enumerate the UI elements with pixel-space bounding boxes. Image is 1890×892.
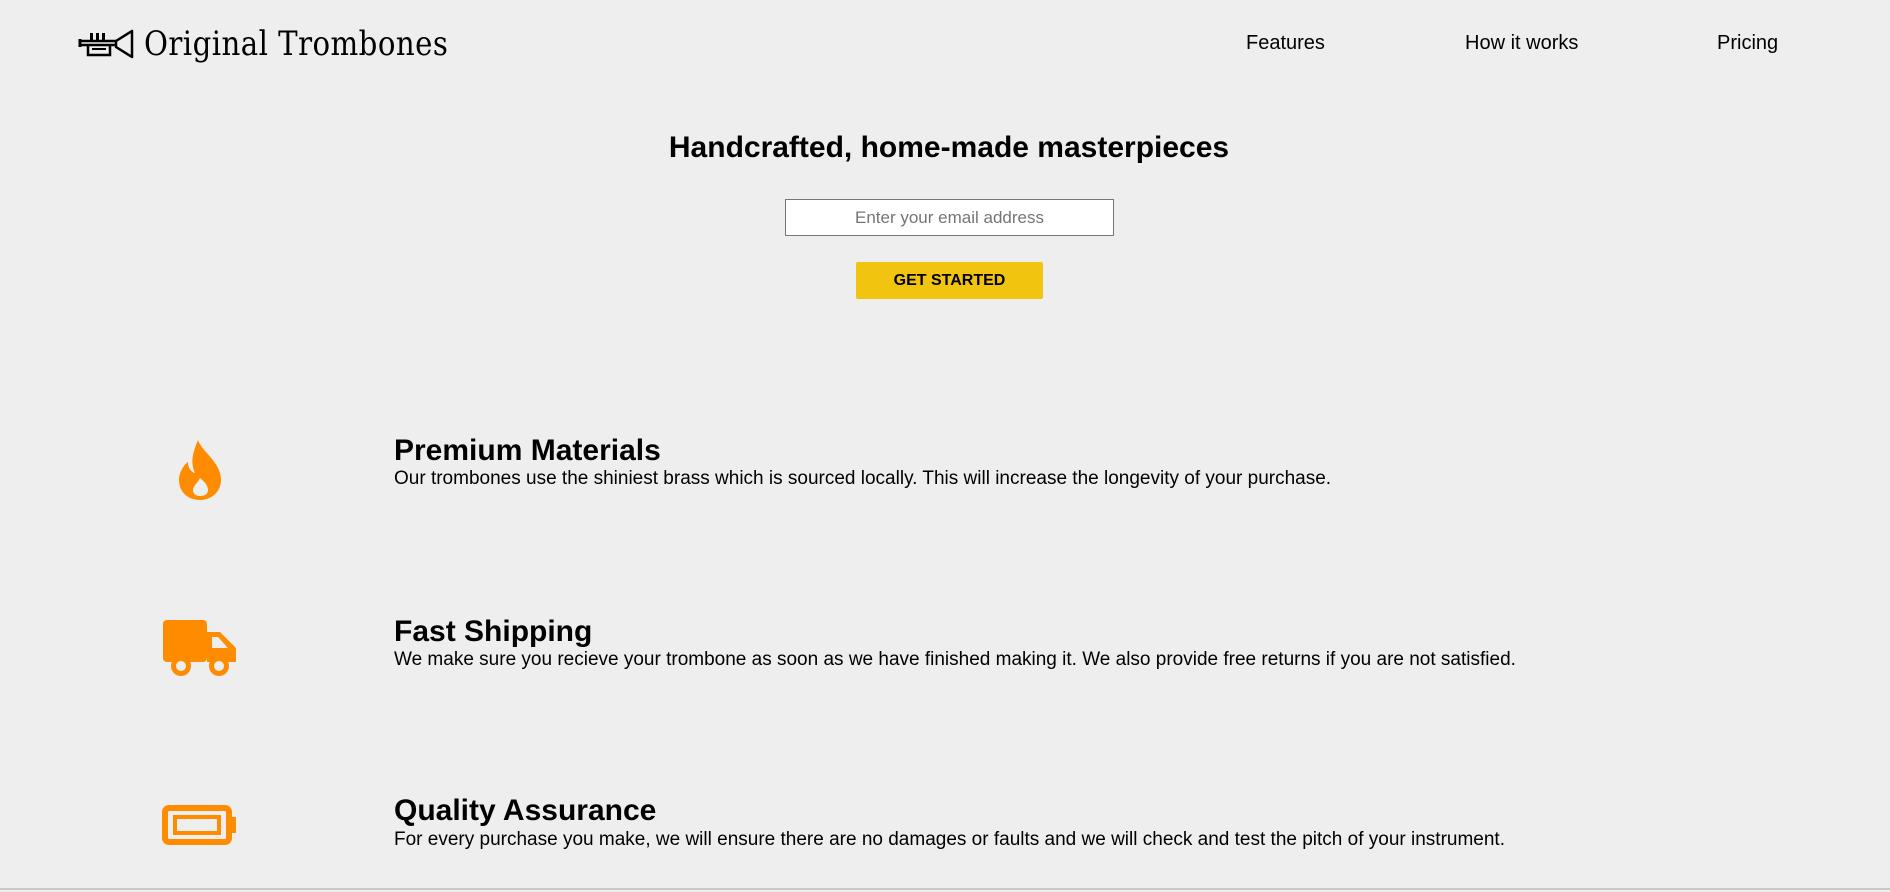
battery-icon — [162, 805, 236, 845]
nav-link-how-it-works[interactable]: How it works — [1465, 32, 1578, 55]
feature-description: Our trombones use the shiniest brass whi… — [394, 468, 1332, 489]
nav-link-features[interactable]: Features — [1246, 32, 1325, 55]
feature-icon-container — [160, 609, 240, 689]
feature-premium-materials: Premium Materials Our trombones use the … — [0, 420, 1890, 530]
trumpet-icon — [78, 29, 134, 59]
feature-fast-shipping: Fast Shipping We make sure you recieve y… — [0, 601, 1890, 711]
feature-description: We make sure you recieve your trombone a… — [394, 649, 1516, 670]
fire-icon — [179, 440, 221, 500]
email-input[interactable] — [785, 199, 1114, 236]
feature-title: Fast Shipping — [394, 615, 593, 648]
brand-name: Original Trombones — [144, 24, 449, 64]
feature-quality-assurance: Quality Assurance For every purchase you… — [0, 782, 1890, 892]
page-divider — [0, 888, 1890, 890]
landing-page: Original Trombones Features How it works… — [0, 0, 1890, 892]
truck-icon — [163, 620, 236, 676]
nav-link-pricing[interactable]: Pricing — [1717, 32, 1778, 55]
feature-icon-container — [160, 785, 240, 865]
feature-title: Premium Materials — [394, 434, 661, 467]
feature-icon-container — [160, 430, 240, 510]
feature-description: For every purchase you make, we will ens… — [394, 829, 1505, 850]
site-header: Original Trombones Features How it works… — [0, 0, 1890, 90]
feature-title: Quality Assurance — [394, 794, 657, 827]
hero-title: Handcrafted, home-made masterpieces — [668, 131, 1230, 164]
brand-logo[interactable]: Original Trombones — [78, 22, 498, 66]
get-started-button[interactable]: GET STARTED — [856, 262, 1043, 299]
